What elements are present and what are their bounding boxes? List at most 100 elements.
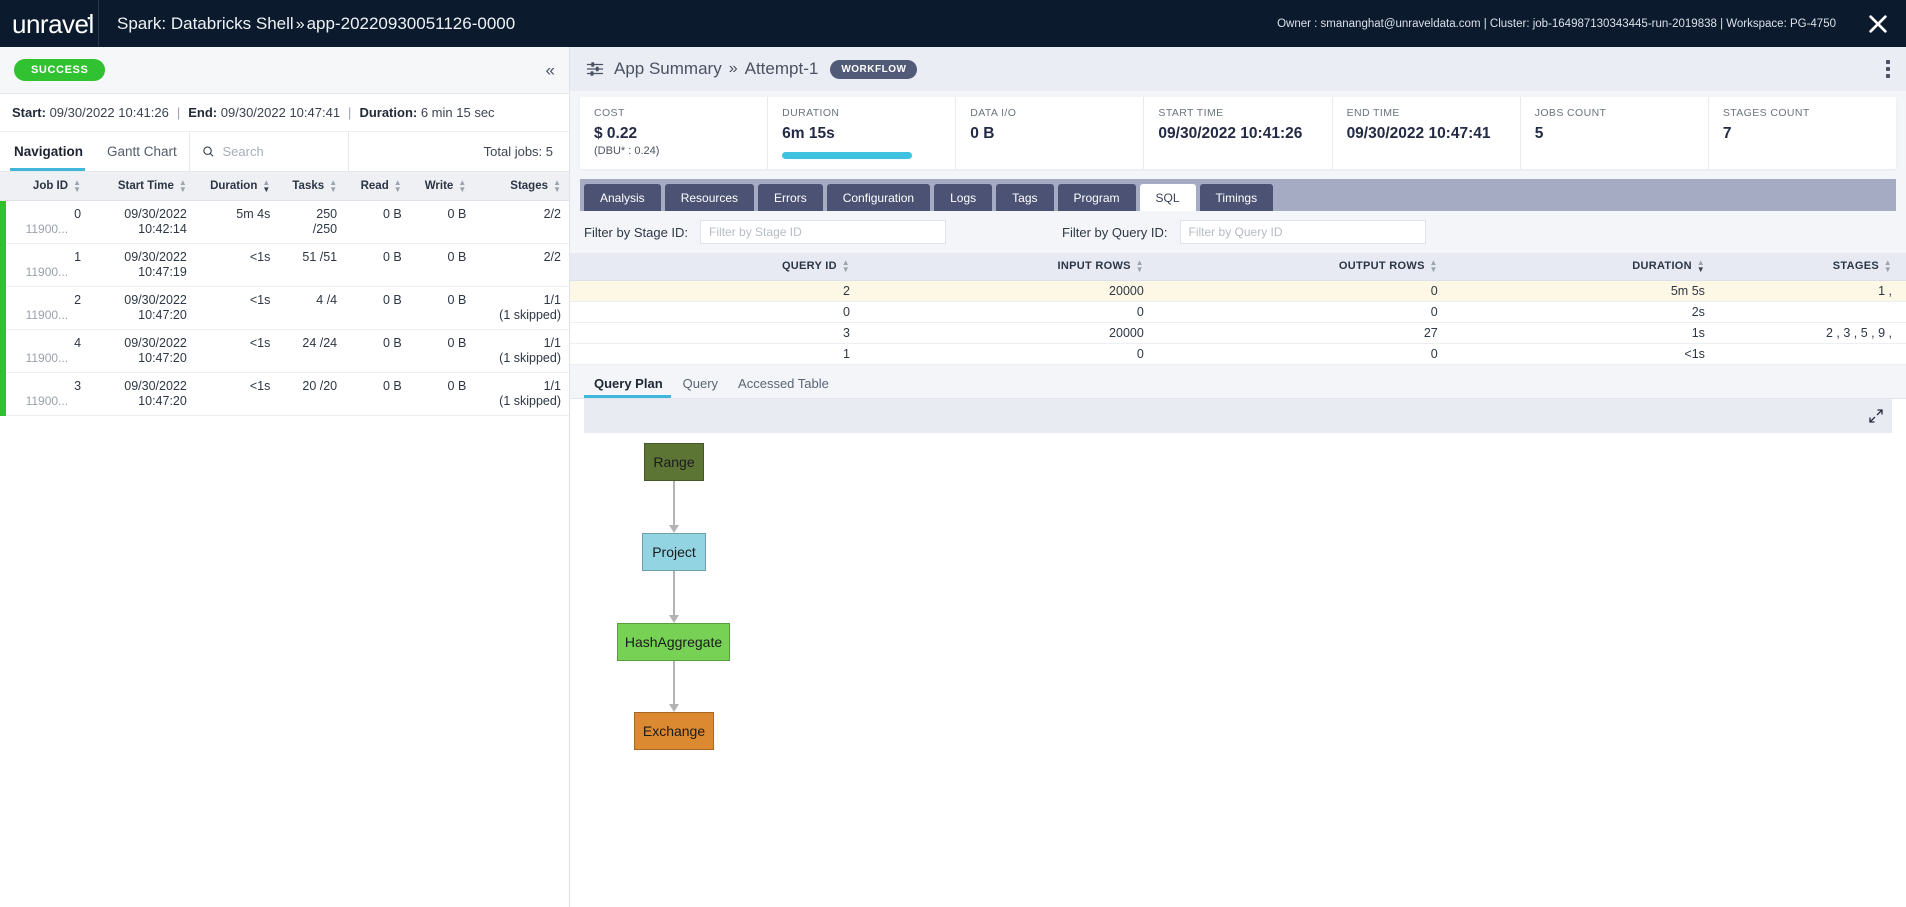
metric-end-time-value: 09/30/2022 10:47:41 bbox=[1347, 125, 1520, 143]
duration-progress-bar bbox=[782, 152, 912, 159]
sql-cell-query-id: 3 bbox=[570, 322, 864, 343]
cell-read: 0 B bbox=[345, 201, 410, 244]
table-row[interactable]: 2 20000 0 5m 5s 1 , bbox=[570, 280, 1906, 301]
main-split: SUCCESS « Start: 09/30/2022 10:41:26 | E… bbox=[0, 47, 1906, 907]
tab-query-plan[interactable]: Query Plan bbox=[584, 376, 673, 398]
tab-tags[interactable]: Tags bbox=[996, 184, 1053, 211]
status-row: SUCCESS « bbox=[0, 47, 569, 94]
tab-timings[interactable]: Timings bbox=[1200, 184, 1274, 211]
col-stages-label: Stages bbox=[510, 180, 548, 192]
expand-diagonal-icon[interactable] bbox=[1868, 408, 1884, 424]
tab-resources[interactable]: Resources bbox=[665, 184, 754, 211]
sql-col-stages[interactable]: STAGES▲▼ bbox=[1719, 253, 1906, 280]
plan-node-range[interactable]: Range bbox=[644, 443, 704, 481]
start-clock: 10:47:20 bbox=[89, 308, 187, 323]
plan-node-hashaggregate[interactable]: HashAggregate bbox=[617, 623, 730, 661]
table-row[interactable]: 0 0 0 2s bbox=[570, 301, 1906, 322]
start-clock: 10:47:20 bbox=[89, 351, 187, 366]
close-icon[interactable] bbox=[1864, 10, 1892, 38]
sql-col-query-id-label: QUERY ID bbox=[782, 260, 837, 272]
tab-errors[interactable]: Errors bbox=[758, 184, 823, 211]
col-tasks[interactable]: Tasks▲▼ bbox=[278, 172, 345, 201]
col-start-time[interactable]: Start Time▲▼ bbox=[89, 172, 195, 201]
metric-duration: DURATION 6m 15s bbox=[768, 97, 956, 169]
cell-stages: 1/1(1 skipped) bbox=[474, 287, 569, 330]
table-row[interactable]: 111900... 09/30/202210:47:19 <1s 51 /51 … bbox=[0, 244, 569, 287]
cell-stages: 2/2 bbox=[474, 201, 569, 244]
kebab-menu-icon[interactable] bbox=[1886, 60, 1890, 78]
sort-icon-read: ▲▼ bbox=[393, 179, 402, 193]
kebab-dot bbox=[1886, 74, 1890, 78]
col-stages[interactable]: Stages ▲▼ bbox=[474, 172, 569, 201]
cell-start-time: 09/30/202210:47:20 bbox=[89, 373, 195, 416]
plan-node-project[interactable]: Project bbox=[642, 533, 706, 571]
tab-analysis[interactable]: Analysis bbox=[584, 184, 661, 211]
filter-stage-input[interactable] bbox=[700, 220, 946, 244]
tab-logs[interactable]: Logs bbox=[934, 184, 992, 211]
cell-duration: <1s bbox=[195, 330, 279, 373]
tab-sql[interactable]: SQL bbox=[1140, 184, 1196, 211]
plan-toolbar bbox=[584, 399, 1892, 433]
end-value: 09/30/2022 10:47:41 bbox=[221, 105, 340, 120]
sql-col-duration[interactable]: DURATION▲▼ bbox=[1452, 253, 1719, 280]
cell-stages: 2/2 bbox=[474, 244, 569, 287]
cell-duration: <1s bbox=[195, 287, 279, 330]
metric-cost-sub: (DBU* : 0.24) bbox=[594, 145, 767, 157]
metric-jobs-count-value: 5 bbox=[1535, 125, 1708, 143]
table-row[interactable]: 411900... 09/30/202210:47:20 <1s 24 /24 … bbox=[0, 330, 569, 373]
plan-node-range-label: Range bbox=[653, 454, 694, 470]
sql-cell-query-id: 1 bbox=[570, 343, 864, 364]
sql-col-input-rows-label: INPUT ROWS bbox=[1058, 260, 1131, 272]
plan-edge-hashaggregate-exchange bbox=[673, 661, 675, 704]
table-row[interactable]: 211900... 09/30/202210:47:20 <1s 4 /4 0 … bbox=[0, 287, 569, 330]
col-tasks-label: Tasks bbox=[292, 180, 324, 192]
filter-stage-label: Filter by Stage ID: bbox=[584, 225, 688, 240]
sql-col-duration-label: DURATION bbox=[1632, 260, 1692, 272]
filter-query-input[interactable] bbox=[1180, 220, 1426, 244]
plan-arrow-project bbox=[669, 525, 679, 533]
times-row: Start: 09/30/2022 10:41:26 | End: 09/30/… bbox=[0, 94, 569, 132]
breadcrumb-app-id: app-20220930051126-0000 bbox=[307, 14, 516, 33]
tab-program[interactable]: Program bbox=[1058, 184, 1136, 211]
cell-job-id: 311900... bbox=[6, 373, 90, 416]
sort-icon-stages: ▲▼ bbox=[552, 179, 561, 193]
col-job-id[interactable]: Job ID▲▼ bbox=[6, 172, 90, 201]
stages-value: 2/2 bbox=[474, 207, 561, 222]
tasks-value: 250 bbox=[278, 207, 337, 222]
table-row[interactable]: 311900... 09/30/202210:47:20 <1s 20 /20 … bbox=[0, 373, 569, 416]
sql-cell-stages[interactable] bbox=[1719, 343, 1906, 364]
tab-configuration[interactable]: Configuration bbox=[827, 184, 930, 211]
search-input[interactable] bbox=[222, 144, 335, 159]
collapse-panel-icon[interactable]: « bbox=[546, 62, 555, 79]
start-date: 09/30/2022 bbox=[89, 379, 187, 394]
sql-cell-stages[interactable] bbox=[1719, 301, 1906, 322]
sort-icon-query-id: ▲▼ bbox=[841, 259, 850, 273]
tab-accessed-table[interactable]: Accessed Table bbox=[728, 376, 839, 398]
search-box[interactable] bbox=[189, 132, 349, 171]
sql-col-input-rows[interactable]: INPUT ROWS▲▼ bbox=[864, 253, 1158, 280]
table-row[interactable]: 011900... 09/30/202210:42:14 5m 4s 250/2… bbox=[0, 201, 569, 244]
sql-col-output-rows[interactable]: OUTPUT ROWS▲▼ bbox=[1158, 253, 1452, 280]
sql-cell-stages[interactable]: 1 , bbox=[1719, 280, 1906, 301]
cell-tasks: 20 /20 bbox=[278, 373, 345, 416]
col-write[interactable]: Write▲▼ bbox=[410, 172, 475, 201]
job-id-value: 1 bbox=[74, 250, 81, 264]
cell-write: 0 B bbox=[410, 373, 475, 416]
sql-cell-stages[interactable]: 2 , 3 , 5 , 9 , bbox=[1719, 322, 1906, 343]
col-duration[interactable]: Duration▲▼ bbox=[195, 172, 279, 201]
metric-end-time-label: END TIME bbox=[1347, 107, 1520, 119]
col-read[interactable]: Read▲▼ bbox=[345, 172, 410, 201]
cell-tasks: 51 /51 bbox=[278, 244, 345, 287]
start-date: 09/30/2022 bbox=[89, 250, 187, 265]
table-row[interactable]: 1 0 0 <1s bbox=[570, 343, 1906, 364]
sql-cell-query-id: 2 bbox=[570, 280, 864, 301]
cell-start-time: 09/30/202210:42:14 bbox=[89, 201, 195, 244]
plan-node-exchange[interactable]: Exchange bbox=[634, 712, 714, 750]
tab-query[interactable]: Query bbox=[673, 376, 728, 398]
tab-gantt-chart[interactable]: Gantt Chart bbox=[95, 132, 189, 171]
unravel-logo[interactable]: unravel▪ bbox=[0, 11, 98, 37]
job-id-value: 0 bbox=[74, 207, 81, 221]
sql-col-query-id[interactable]: QUERY ID ▲▼ bbox=[570, 253, 864, 280]
table-row[interactable]: 3 20000 27 1s 2 , 3 , 5 , 9 , bbox=[570, 322, 1906, 343]
tab-navigation[interactable]: Navigation bbox=[0, 132, 95, 171]
